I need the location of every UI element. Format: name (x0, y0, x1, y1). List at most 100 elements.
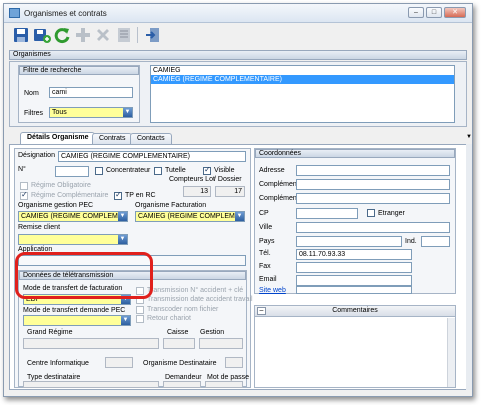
chevron-down-icon[interactable]: ▼ (121, 316, 130, 325)
tp-en-rc-checkbox[interactable] (114, 190, 122, 200)
complement-input[interactable] (296, 179, 450, 190)
scrollbar[interactable] (447, 318, 455, 387)
list-item[interactable]: CAMIEG (151, 66, 454, 75)
ind-label: Ind. (405, 238, 417, 245)
regime-complementaire-label: Régime Complémentaire (31, 192, 109, 199)
filtre-group: Filtre de recherche Nom cami Filtres Tou… (18, 65, 140, 123)
ind-input[interactable] (421, 236, 450, 247)
tutelle-checkbox[interactable] (154, 167, 162, 175)
ville-input[interactable] (296, 222, 450, 233)
numero-input[interactable] (55, 166, 89, 177)
facturation-value: CAMIEG (REGIME COMPLEMEN (138, 213, 245, 220)
chevron-down-icon[interactable]: ▼ (123, 108, 132, 117)
mode-facturation-label: Mode de transfert de facturation (23, 285, 123, 292)
gestion-input[interactable] (199, 338, 243, 349)
chevron-down-icon[interactable]: ▼ (235, 212, 244, 221)
collapse-toggle[interactable]: – (257, 307, 266, 315)
visible-label: Visible (214, 167, 235, 174)
regime-complementaire-checkbox[interactable] (20, 190, 28, 200)
site-web-link[interactable]: Site web (259, 287, 286, 294)
mode-facturation-value: EDI (26, 296, 38, 303)
commentaires-textarea[interactable] (255, 318, 455, 387)
cp-input[interactable] (296, 208, 358, 219)
ville-label: Ville (259, 224, 273, 231)
centre-informatique-input[interactable] (105, 357, 133, 368)
concentrateur-checkbox[interactable] (95, 167, 103, 175)
nom-input[interactable]: cami (49, 87, 133, 98)
organismes-list[interactable]: CAMIEG CAMIEG (REGIME COMPLEMENTAIRE) (150, 65, 455, 123)
mot-de-passe-input[interactable] (205, 381, 243, 388)
transmission-accident-checkbox[interactable] (136, 287, 144, 295)
compteurs-dossier-label: / Dossier (214, 176, 242, 183)
visible-checkbox[interactable] (203, 165, 211, 175)
gestion-pec-select[interactable]: CAMIEG (REGIME COMPLEMEN ▼ (18, 211, 128, 222)
mot-de-passe-label: Mot de passe (207, 374, 250, 381)
transcoder-checkbox[interactable] (136, 306, 144, 314)
facturation-select[interactable]: CAMIEG (REGIME COMPLEMEN ▼ (135, 211, 245, 222)
chevron-down-icon[interactable]: ▼ (118, 235, 127, 244)
filtre-header: Filtre de recherche (19, 66, 139, 75)
application-input[interactable] (18, 255, 246, 266)
type-destinataire-select[interactable] (23, 381, 159, 388)
filtres-select[interactable]: Tous ▼ (49, 107, 133, 118)
caisse-input[interactable] (163, 338, 195, 349)
window-title: Organismes et contrats (24, 9, 107, 18)
teletransmission-header: Données de télétransmission (19, 271, 246, 280)
compteur-lot-input[interactable]: 13 (183, 186, 211, 197)
complement-label: Complément (259, 181, 299, 188)
email-label: Email (259, 276, 277, 283)
transcoder-label: Transcoder nom fichier (147, 306, 219, 313)
adresse-input[interactable] (296, 165, 450, 176)
concentrateur-label: Concentrateur (106, 167, 151, 174)
close-button[interactable]: ✕ (444, 7, 466, 18)
gestion-pec-value: CAMIEG (REGIME COMPLEMEN (21, 213, 128, 220)
fax-input[interactable] (296, 262, 412, 273)
chevron-down-icon[interactable]: ▼ (121, 295, 130, 304)
transmission-date-checkbox[interactable] (136, 296, 144, 304)
maximize-button[interactable]: □ (426, 7, 442, 18)
tutelle-label: Tutelle (165, 167, 186, 174)
list-item-selected[interactable]: CAMIEG (REGIME COMPLEMENTAIRE) (151, 75, 454, 84)
application-label: Application (18, 246, 53, 253)
mode-facturation-select[interactable]: EDI ▼ (23, 294, 131, 305)
email-input[interactable] (296, 275, 412, 286)
nom-label: Nom (24, 90, 39, 97)
tab-contrats[interactable]: Contrats (92, 133, 133, 144)
coordonnees-header: Coordonnées (255, 149, 455, 158)
add-icon[interactable] (74, 26, 92, 44)
teletransmission-group: Données de télétransmission Mode de tran… (18, 270, 253, 388)
demandeur-input[interactable] (163, 381, 201, 388)
grand-regime-input[interactable] (23, 338, 159, 349)
window-scrollbar[interactable] (466, 144, 472, 390)
pays-input[interactable] (296, 236, 402, 247)
complement2-input[interactable] (296, 193, 450, 204)
tel-input[interactable]: 08.11.70.93.33 (296, 249, 412, 260)
save-icon[interactable] (12, 26, 30, 44)
grand-regime-label: Grand Régime (27, 329, 73, 336)
site-web-input[interactable] (296, 286, 412, 294)
numero-label: N° (18, 166, 26, 173)
tab-contacts[interactable]: Contacts (130, 133, 172, 144)
mode-demande-pec-select[interactable]: ▼ (23, 315, 131, 326)
designation-input[interactable]: CAMIEG (REGIME COMPLEMENTAIRE) (58, 151, 246, 162)
remise-client-select[interactable]: ▼ (18, 234, 128, 245)
chevron-down-icon[interactable]: ▼ (118, 212, 127, 221)
save-new-icon[interactable] (33, 26, 51, 44)
regime-obligatoire-checkbox[interactable] (20, 182, 28, 190)
exit-icon[interactable] (144, 26, 162, 44)
tab-details-organisme[interactable]: Détails Organisme (20, 132, 96, 144)
panel-arrow-icon[interactable]: ▼ (466, 134, 472, 140)
refresh-icon[interactable] (53, 26, 71, 44)
type-destinataire-label: Type destinataire (27, 374, 81, 381)
filtres-label: Filtres (24, 110, 44, 117)
filtres-value: Tous (52, 109, 67, 116)
compteur-dossier-input[interactable]: 17 (215, 186, 245, 197)
delete-icon[interactable] (94, 26, 112, 44)
minimize-button[interactable]: – (408, 7, 424, 18)
gestion-pec-label: Organisme gestion PEC (18, 202, 94, 209)
etranger-checkbox[interactable] (367, 209, 375, 217)
list-icon[interactable] (115, 26, 133, 44)
organisme-destinataire-input[interactable] (225, 357, 243, 368)
retour-chariot-checkbox[interactable] (136, 315, 144, 323)
title-bar: Organismes et contrats – □ ✕ (4, 4, 472, 23)
